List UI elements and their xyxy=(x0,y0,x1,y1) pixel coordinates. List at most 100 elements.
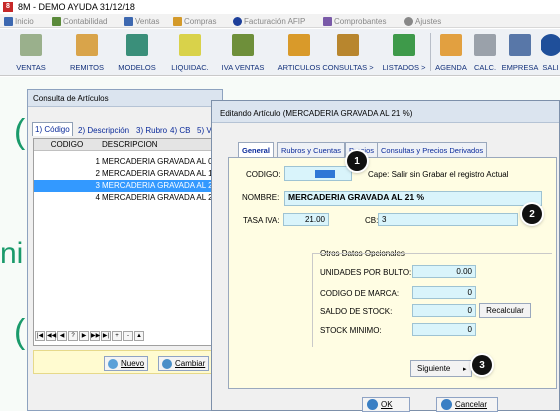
cell-descripcion: MERCADERIA GRAVADA AL 1 xyxy=(102,169,213,178)
cell-codigo: 2 xyxy=(95,169,100,178)
tab-descripcion[interactable]: 2) Descripción xyxy=(76,123,131,137)
menu-compras[interactable]: Compras xyxy=(173,15,216,27)
nombre-field[interactable]: MERCADERIA GRAVADA AL 21 % xyxy=(284,191,542,206)
group-title-gap xyxy=(322,257,392,258)
menu-facturacion-afip[interactable]: Facturación AFIP xyxy=(233,15,305,27)
button-label: VENTAS xyxy=(16,63,46,72)
tab-rubros-cuentas[interactable]: Rubros y Cuentas xyxy=(277,142,346,157)
app-logo-icon: 8 xyxy=(3,2,13,12)
menu-label: Ventas xyxy=(135,16,160,26)
cell-codigo: 3 xyxy=(95,181,100,190)
unidades-field[interactable]: 0.00 xyxy=(412,265,476,278)
button-label: Cambiar xyxy=(175,359,206,368)
list-export-icon xyxy=(393,34,415,56)
cambiar-button[interactable]: Cambiar xyxy=(158,356,210,371)
cell-descripcion: MERCADERIA GRAVADA AL 0 xyxy=(102,157,213,166)
codigo-field[interactable] xyxy=(284,166,352,181)
menu-contabilidad[interactable]: Contabilidad xyxy=(52,15,107,27)
next-record-icon[interactable]: ▶ xyxy=(79,331,89,341)
accounting-icon xyxy=(52,16,61,26)
grid-header: CODIGO DESCRIPCION xyxy=(34,139,217,151)
cb-field[interactable]: 3 xyxy=(378,213,518,226)
cancelar-button[interactable]: Cancelar xyxy=(436,397,498,412)
salir-button[interactable]: SALI xyxy=(541,31,560,75)
ok-button[interactable]: OK xyxy=(362,397,410,412)
scroll-up-icon[interactable]: ▲ xyxy=(134,331,144,341)
sales-icon xyxy=(124,16,133,26)
codigo-selection xyxy=(315,170,335,178)
menu-ventas[interactable]: Ventas xyxy=(124,15,159,27)
siguiente-button[interactable]: Siguiente ▸ xyxy=(410,360,472,377)
tab-consultas-precios-derivados[interactable]: Consultas y Precios Derivados xyxy=(377,142,488,157)
cell-codigo: 4 xyxy=(95,193,100,202)
gear-icon xyxy=(404,16,413,26)
tab-label: Rubros y Cuentas xyxy=(281,145,342,155)
button-label: CONSULTAS > xyxy=(322,63,374,72)
book-icon xyxy=(337,34,359,56)
esc-hint-text: Cape: Salir sin Grabar el registro Actua… xyxy=(368,170,509,179)
tab-general[interactable]: General xyxy=(238,142,274,157)
modelos-button[interactable]: MODELOS xyxy=(116,31,158,75)
table-row-selected[interactable]: 3 MERCADERIA GRAVADA AL 2 xyxy=(34,180,217,192)
edit-icon xyxy=(162,358,172,369)
arrow-right-icon: ▸ xyxy=(463,366,467,373)
button-label: CALC. xyxy=(473,63,497,72)
building-icon xyxy=(509,34,531,56)
check-icon xyxy=(367,399,378,410)
button-label: LISTADOS > xyxy=(382,63,426,72)
table-row[interactable]: 2 MERCADERIA GRAVADA AL 1 xyxy=(34,168,217,180)
tab-rubro[interactable]: 3) Rubro xyxy=(134,123,169,137)
agenda-button[interactable]: AGENDA xyxy=(434,31,468,75)
button-label: MODELOS xyxy=(118,63,156,72)
delete-record-icon[interactable]: - xyxy=(123,331,133,341)
prev-record-icon[interactable]: ◀ xyxy=(57,331,67,341)
menu-comprobantes[interactable]: Comprobantes xyxy=(323,15,386,27)
ventas-button[interactable]: VENTAS xyxy=(12,31,50,75)
button-label: SALI xyxy=(542,63,559,72)
first-record-icon[interactable]: |◀ xyxy=(35,331,45,341)
next-page-icon[interactable]: ▶▶ xyxy=(90,331,100,341)
codigo-marca-field[interactable]: 0 xyxy=(412,286,476,299)
menu-label: Compras xyxy=(184,16,217,26)
toolbar-separator xyxy=(430,33,431,71)
calc-button[interactable]: CALC. xyxy=(470,31,500,75)
button-label: ARTICULOS xyxy=(277,63,321,72)
button-label: AGENDA xyxy=(435,63,467,72)
stock-minimo-label: STOCK MINIMO: xyxy=(320,326,382,335)
remitos-button[interactable]: REMITOS xyxy=(64,31,110,75)
listados-button[interactable]: LISTADOS > xyxy=(378,31,430,75)
background-logo-ring: ( xyxy=(14,113,26,151)
menu-inicio[interactable]: Inicio xyxy=(4,15,34,27)
recalcular-button[interactable]: Recalcular xyxy=(479,303,531,318)
box-icon xyxy=(76,34,98,56)
menu-label: Ajustes xyxy=(415,16,442,26)
add-record-icon[interactable]: + xyxy=(112,331,122,341)
empresa-button[interactable]: EMPRESA xyxy=(502,31,538,75)
button-label: REMITOS xyxy=(69,63,105,72)
liquidac-button[interactable]: LIQUIDAC. xyxy=(167,31,213,75)
menu-ajustes[interactable]: Ajustes xyxy=(404,15,441,27)
power-icon xyxy=(541,34,560,56)
help-icon[interactable]: ? xyxy=(68,331,78,341)
grid-navigator: |◀ ◀◀ ◀ ? ▶ ▶▶ ▶| + - ▲ xyxy=(33,331,218,344)
window-title: Consulta de Artículos xyxy=(33,94,109,103)
column-header-codigo[interactable]: CODIGO xyxy=(34,139,100,151)
consultas-button[interactable]: CONSULTAS > xyxy=(322,31,374,75)
column-header-descripcion[interactable]: DESCRIPCION xyxy=(102,139,158,151)
codigo-label: CODIGO: xyxy=(246,170,281,179)
tab-codigo[interactable]: 1) Código xyxy=(32,122,73,136)
callout-3: 3 xyxy=(472,355,492,375)
articulos-button[interactable]: ARTICULOS xyxy=(274,31,324,75)
saldo-stock-field[interactable]: 0 xyxy=(412,304,476,317)
prev-page-icon[interactable]: ◀◀ xyxy=(46,331,56,341)
iva-ventas-button[interactable]: IVA VENTAS xyxy=(218,31,268,75)
tab-label: Consultas y Precios Derivados xyxy=(381,145,484,155)
tab-cb[interactable]: 4) CB xyxy=(168,123,192,137)
nuevo-button[interactable]: Nuevo xyxy=(104,356,149,371)
dialog-title-bar: Editando Artículo (MERCADERIA GRAVADA AL… xyxy=(212,101,559,123)
table-row[interactable]: 1 MERCADERIA GRAVADA AL 0 xyxy=(34,156,217,168)
tasa-iva-field[interactable]: 21.00 xyxy=(283,213,329,226)
table-row[interactable]: 4 MERCADERIA GRAVADA AL 2 xyxy=(34,192,217,204)
stock-minimo-field[interactable]: 0 xyxy=(412,323,476,336)
last-record-icon[interactable]: ▶| xyxy=(101,331,111,341)
